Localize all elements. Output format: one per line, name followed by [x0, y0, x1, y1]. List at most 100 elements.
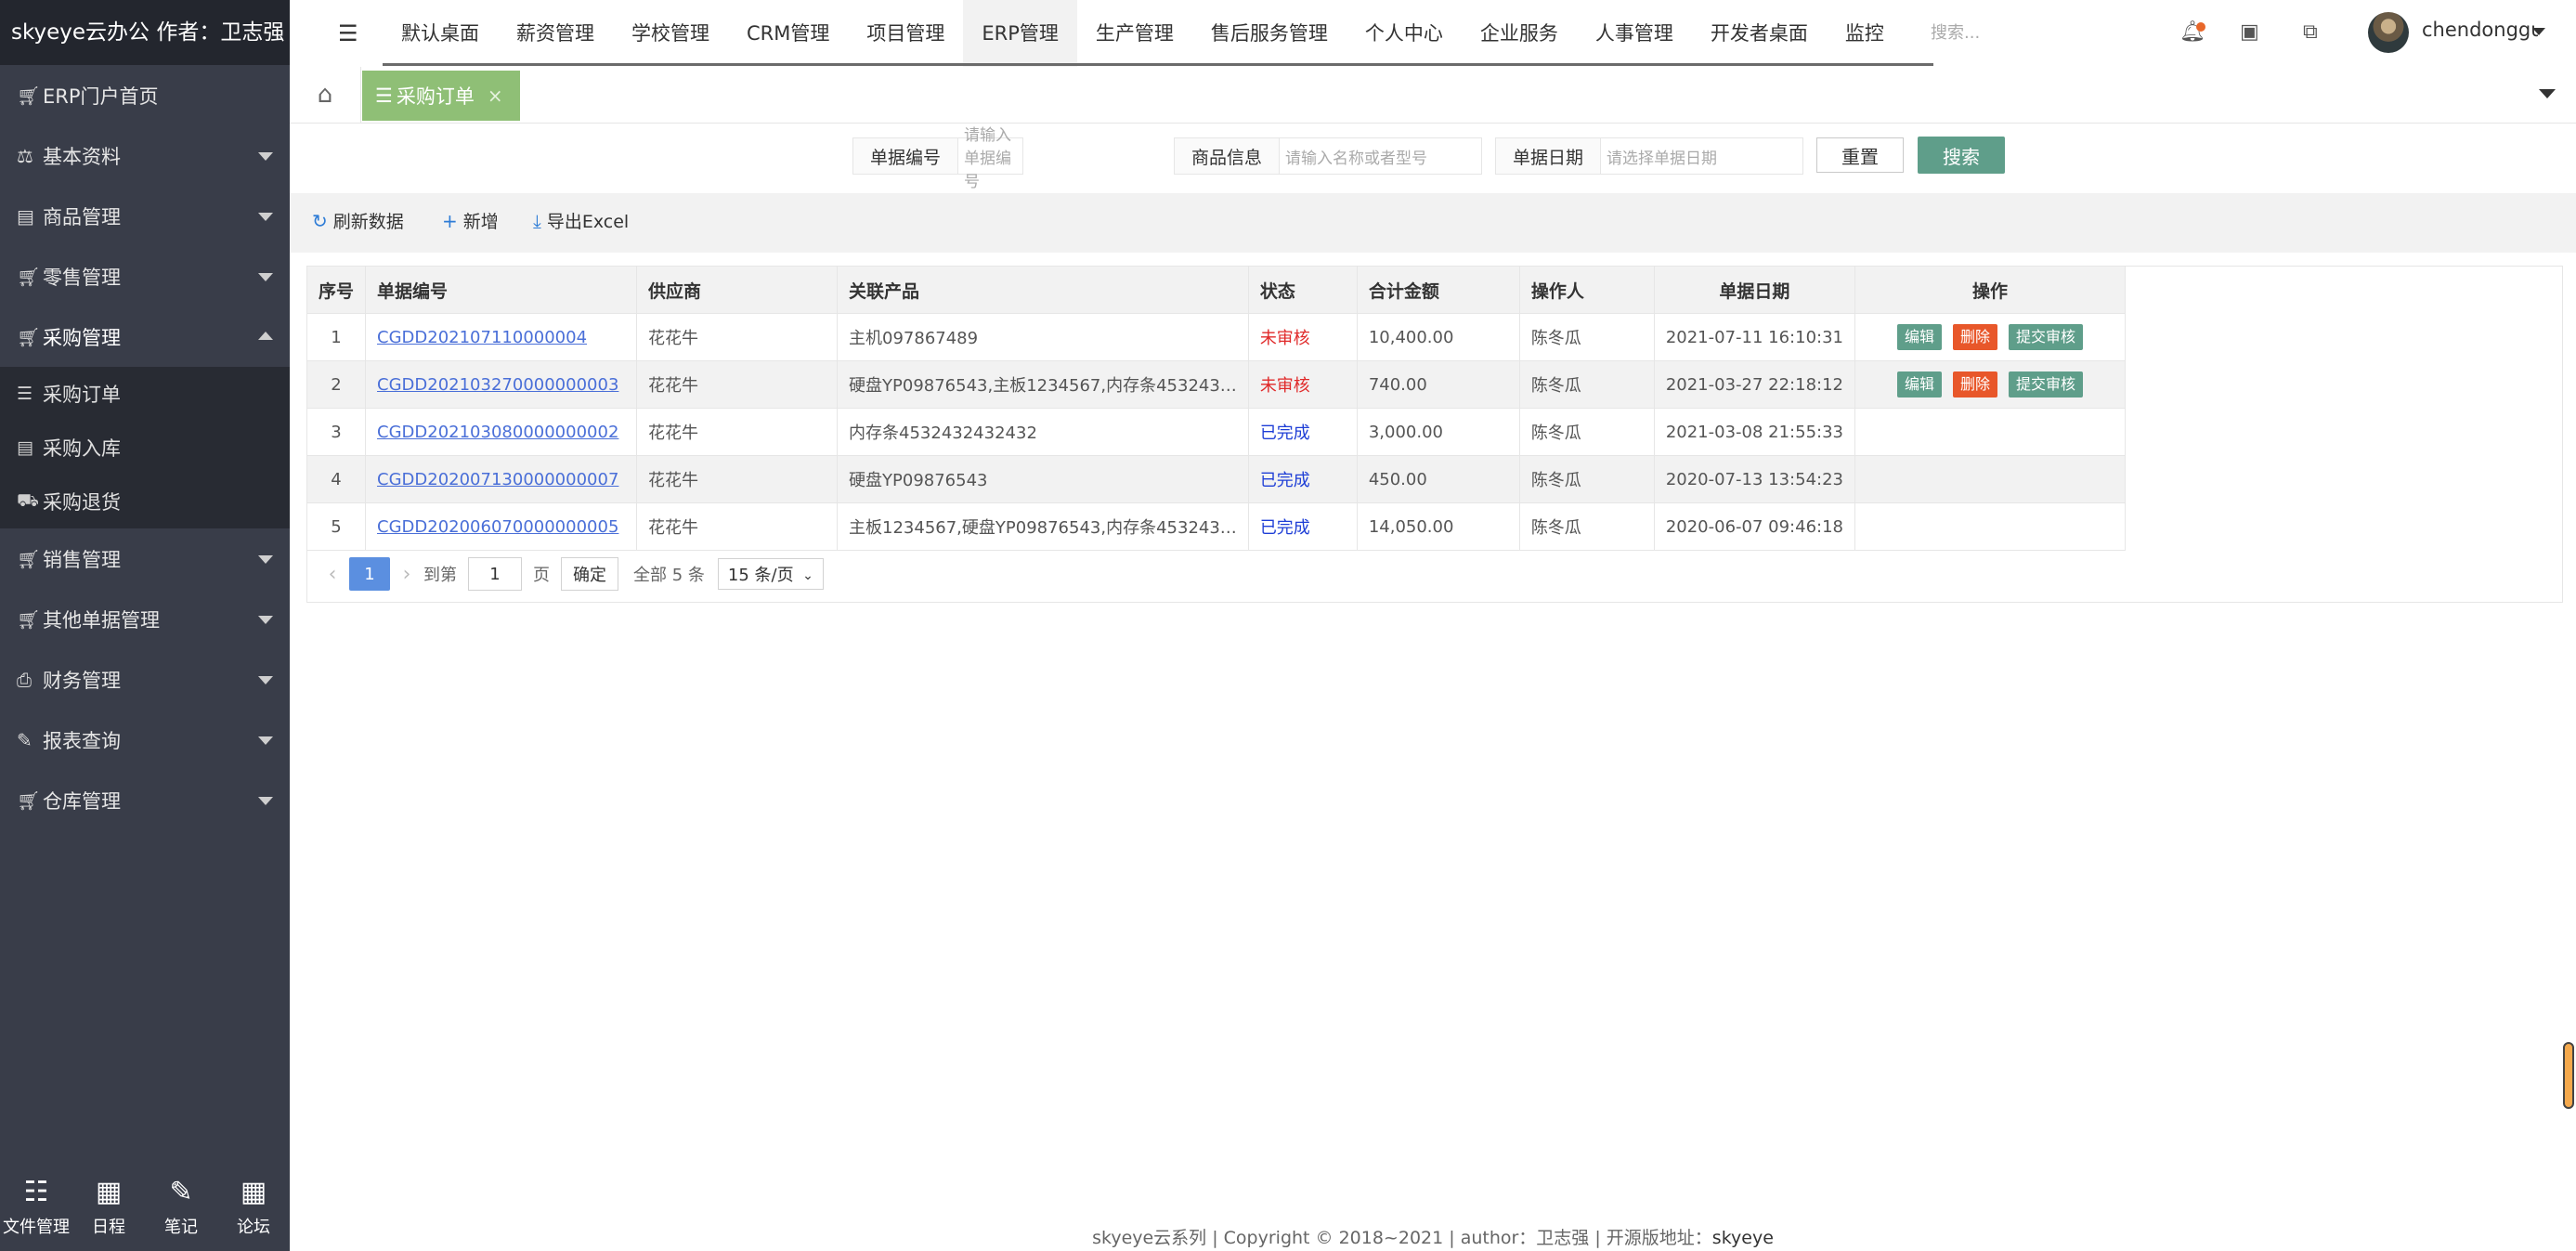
chevron-down-icon: ⌄ [802, 568, 813, 583]
export-excel-button[interactable]: ⤓ 导出Excel [533, 208, 629, 233]
nav-item-personal[interactable]: 个人中心 [1347, 0, 1462, 67]
nav-item-production[interactable]: 生产管理 [1077, 0, 1192, 67]
page-current[interactable]: 1 [349, 557, 390, 591]
tab-purchase-order[interactable]: ☰ 采购订单 × [362, 71, 520, 121]
sidebar-item-basic-data[interactable]: ⚖︎ 基本资料 [0, 125, 290, 186]
cell-date: 2021-03-27 22:18:12 [1654, 360, 1855, 409]
nav-item-developer[interactable]: 开发者桌面 [1692, 0, 1827, 67]
nav-item-salary[interactable]: 薪资管理 [498, 0, 613, 67]
file-manager-button[interactable]: ☷ 文件管理 [0, 1162, 72, 1251]
menu-toggle-icon[interactable]: ☰ [338, 20, 358, 46]
footer-text: skyeye云系列 | Copyright © 2018~2021 | auth… [1092, 1228, 1712, 1248]
caret-down-icon [258, 616, 273, 624]
cell-index: 1 [307, 313, 367, 361]
col-header-index[interactable]: 序号 [307, 267, 367, 314]
home-tab[interactable]: ⌂ [290, 67, 361, 123]
top-search-input[interactable]: 搜索... [1919, 19, 2153, 48]
submit-audit-button[interactable]: 提交审核 [2008, 371, 2083, 397]
list-icon: ☷ [23, 1175, 49, 1208]
cell-actions [1854, 408, 2126, 456]
refresh-button[interactable]: ↻ 刷新数据 [312, 208, 404, 233]
add-button[interactable]: + 新增 [442, 208, 499, 233]
cell-supplier: 花花牛 [636, 408, 839, 456]
schedule-button[interactable]: ▦ 日程 [72, 1162, 145, 1251]
sidebar-item-other-bills[interactable]: 🛒︎ 其他单据管理 [0, 589, 290, 649]
sidebar-subitem-label: 采购退货 [43, 491, 121, 514]
sidebar-item-finance[interactable]: ⎙ 财务管理 [0, 649, 290, 710]
sidebar-subitem-purchase-return[interactable]: ⛟ 采购退货 [0, 475, 290, 528]
col-header-amount[interactable]: 合计金额 [1357, 267, 1520, 314]
date-input[interactable]: 请选择单据日期 [1601, 138, 1802, 174]
sidebar-item-erp-home[interactable]: 🛒︎ ERP门户首页 [0, 65, 290, 125]
bill-no-link[interactable]: CGDD202006070000000005 [377, 517, 618, 537]
col-header-supplier[interactable]: 供应商 [636, 267, 839, 314]
sidebar-item-purchase[interactable]: 🛒︎ 采购管理 [0, 306, 290, 367]
sidebar-item-label: 基本资料 [43, 145, 121, 168]
sidebar-item-reports[interactable]: ✎ 报表查询 [0, 710, 290, 770]
cell-product: 硬盘YP09876543 [837, 455, 1249, 503]
image-icon[interactable]: ▣ [2240, 20, 2259, 44]
nav-item-erp[interactable]: ERP管理 [963, 0, 1077, 67]
cell-index: 3 [307, 408, 367, 456]
col-header-date[interactable]: 单据日期 [1654, 267, 1855, 314]
reset-button[interactable]: 重置 [1816, 137, 1904, 173]
page-size-select[interactable]: 15 条/页 ⌄ [717, 558, 824, 590]
delete-button[interactable]: 删除 [1952, 324, 1997, 350]
purchase-submenu: ☰ 采购订单 ▤ 采购入库 ⛟ 采购退货 [0, 367, 290, 528]
table-row: 4 CGDD202007130000000007 花花牛 硬盘YP0987654… [307, 455, 2126, 503]
nav-item-school[interactable]: 学校管理 [613, 0, 728, 67]
nav-item-default-desktop[interactable]: 默认桌面 [383, 0, 498, 67]
edit-button[interactable]: 编辑 [1896, 324, 1942, 350]
col-header-bill-no[interactable]: 单据编号 [365, 267, 638, 314]
tab-more-dropdown-icon[interactable] [2539, 89, 2556, 98]
nav-item-enterprise[interactable]: 企业服务 [1462, 0, 1577, 67]
search-button[interactable]: 搜索 [1918, 137, 2005, 174]
bill-no-link[interactable]: CGDD202103270000000003 [377, 375, 618, 395]
footer-link[interactable]: skyeye [1712, 1228, 1774, 1248]
nav-item-crm[interactable]: CRM管理 [728, 0, 848, 67]
prev-page-icon[interactable]: ‹ [316, 563, 349, 586]
bill-no-link[interactable]: CGDD202103080000000002 [377, 423, 618, 442]
submit-audit-button[interactable]: 提交审核 [2008, 324, 2083, 350]
goto-confirm-button[interactable]: 确定 [561, 557, 618, 591]
nav-item-hr[interactable]: 人事管理 [1577, 0, 1692, 67]
sidebar-item-retail[interactable]: 🛒︎ 零售管理 [0, 246, 290, 306]
cell-date: 2021-07-11 16:10:31 [1654, 313, 1855, 361]
sidebar-item-goods[interactable]: ▤ 商品管理 [0, 186, 290, 246]
goto-page-input[interactable]: 1 [468, 557, 522, 591]
goods-input[interactable]: 请输入名称或者型号 [1280, 138, 1481, 174]
username[interactable]: chendonggua [2422, 19, 2538, 41]
cell-actions [1854, 455, 2126, 503]
window-icon[interactable]: ⧉ [2303, 20, 2318, 44]
bill-no-link[interactable]: CGDD202107110000004 [377, 328, 587, 347]
goods-field: 商品信息 请输入名称或者型号 [1174, 137, 1482, 175]
bill-no-input[interactable]: 请输入单据编号 [958, 126, 1022, 191]
scroll-handle[interactable] [2563, 1042, 2574, 1109]
sidebar-subitem-purchase-in[interactable]: ▤ 采购入库 [0, 421, 290, 475]
table-row: 3 CGDD202103080000000002 花花牛 内存条45324324… [307, 408, 2126, 456]
delete-button[interactable]: 删除 [1952, 371, 1997, 397]
cell-status: 未审核 [1248, 313, 1358, 361]
close-icon[interactable]: × [488, 85, 503, 107]
cell-status: 已完成 [1248, 408, 1358, 456]
forum-button[interactable]: ▦ 论坛 [217, 1162, 290, 1251]
sidebar-item-sales[interactable]: 🛒︎ 销售管理 [0, 528, 290, 589]
nav-item-monitor[interactable]: 监控 [1827, 0, 1903, 67]
col-header-operator[interactable]: 操作人 [1519, 267, 1655, 314]
sidebar-subitem-purchase-order[interactable]: ☰ 采购订单 [0, 367, 290, 421]
bottom-label: 文件管理 [3, 1217, 70, 1237]
edit-button[interactable]: 编辑 [1896, 371, 1942, 397]
user-dropdown-icon[interactable] [2532, 28, 2545, 35]
sidebar-item-warehouse[interactable]: 🛒︎ 仓库管理 [0, 770, 290, 830]
col-header-status[interactable]: 状态 [1248, 267, 1358, 314]
home-icon: ⌂ [317, 81, 333, 109]
cell-index: 2 [307, 360, 367, 409]
next-page-icon[interactable]: › [390, 563, 423, 586]
avatar[interactable] [2368, 12, 2409, 53]
col-header-product[interactable]: 关联产品 [837, 267, 1249, 314]
notes-button[interactable]: ✎ 笔记 [145, 1162, 217, 1251]
cell-product: 内存条4532432432432 [837, 408, 1249, 456]
bill-no-link[interactable]: CGDD202007130000000007 [377, 470, 618, 489]
nav-item-after-sales[interactable]: 售后服务管理 [1192, 0, 1347, 67]
nav-item-project[interactable]: 项目管理 [848, 0, 963, 67]
